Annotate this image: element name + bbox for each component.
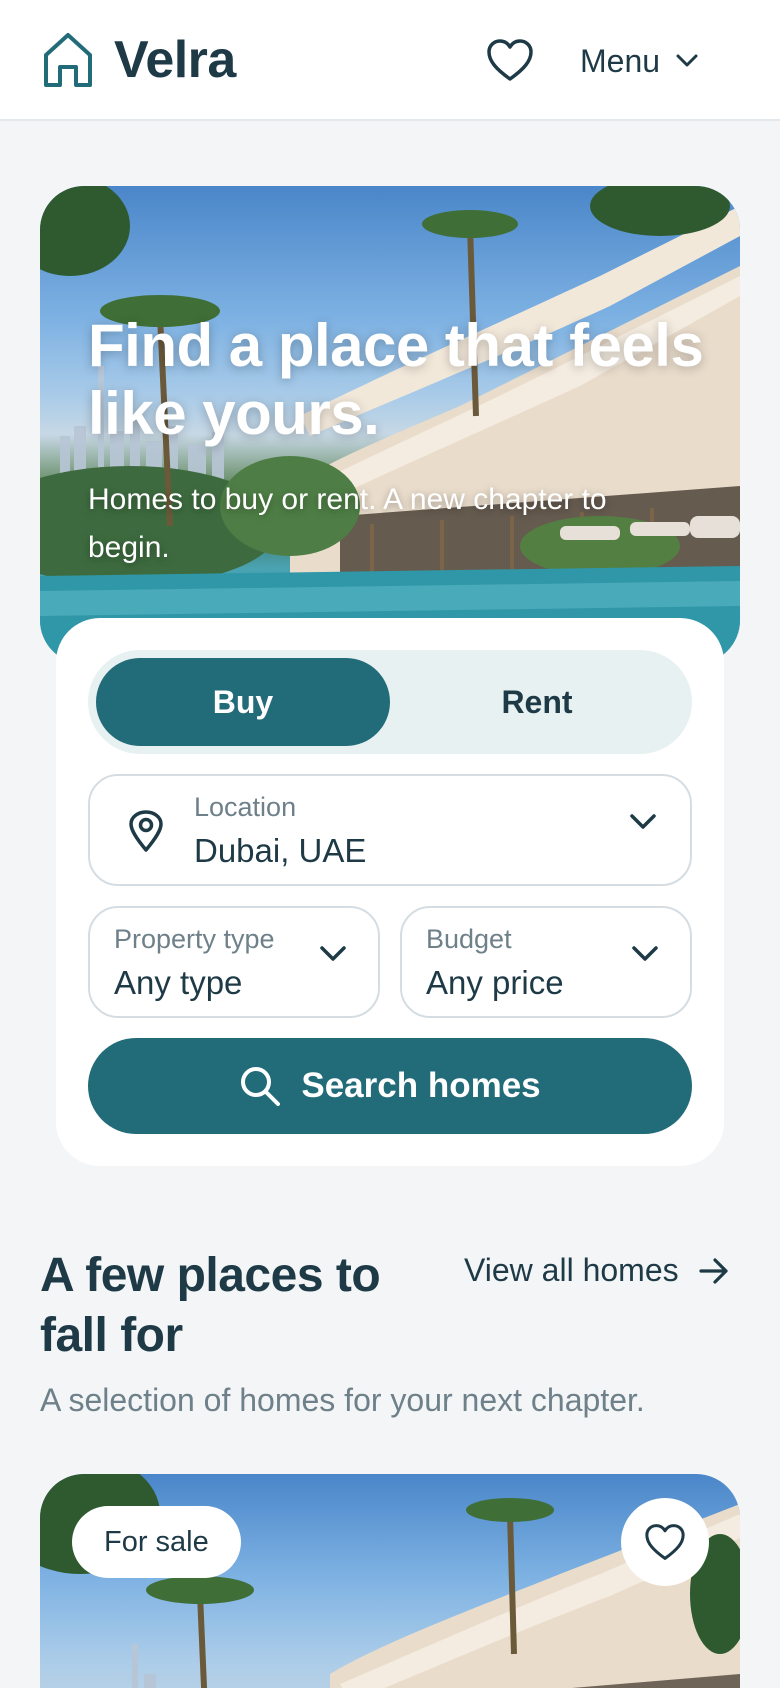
property-type-select[interactable]: Property type Any type (88, 906, 380, 1018)
location-label: Location (194, 792, 297, 822)
location-value: Dubai, UAE (194, 832, 367, 869)
menu-label: Menu (580, 42, 661, 79)
brand-name: Velra (114, 31, 236, 89)
section-title: A few places to fall for (40, 1249, 381, 1362)
budget-label: Budget (426, 924, 512, 954)
search-card: Buy Rent Location Dubai, UAE Property ty… (56, 618, 724, 1166)
search-button-label: Search homes (301, 1066, 541, 1105)
listing-card[interactable]: For sale (40, 1474, 740, 1688)
property-type-label: Property type (114, 924, 275, 954)
hero-title: Find a place that feels like yours. (88, 312, 704, 447)
budget-value: Any price (426, 964, 564, 1001)
property-type-value: Any type (114, 964, 243, 1001)
hero-banner: Find a place that feels like yours. Home… (40, 186, 740, 664)
menu-button[interactable]: Menu (580, 38, 698, 84)
for-sale-badge: For sale (72, 1506, 241, 1578)
section-subtitle: A selection of homes for your next chapt… (40, 1382, 645, 1418)
chevron-down-icon (676, 54, 698, 67)
tab-rent[interactable]: Rent (390, 658, 684, 746)
brand-logo[interactable]: Velra (42, 30, 236, 90)
favorites-button[interactable] (484, 34, 536, 86)
heart-icon (487, 39, 533, 81)
heart-icon (645, 1524, 685, 1560)
buy-rent-toggle: Buy Rent (88, 650, 692, 754)
budget-select[interactable]: Budget Any price (400, 906, 692, 1018)
view-all-homes-link[interactable]: View all homes (464, 1252, 729, 1289)
arrow-right-icon (699, 1257, 728, 1284)
top-header: Velra Menu (0, 0, 780, 121)
chevron-down-icon (632, 946, 658, 961)
chevron-down-icon (630, 814, 656, 829)
tab-buy[interactable]: Buy (96, 658, 390, 746)
chevron-down-icon (320, 946, 346, 961)
search-homes-button[interactable]: Search homes (88, 1038, 692, 1134)
location-pin-icon (129, 810, 163, 852)
search-icon (241, 1067, 281, 1106)
house-icon (44, 33, 92, 87)
hero-subtitle: Homes to buy or rent. A new chapter to b… (88, 483, 607, 564)
listing-favorite-button[interactable] (621, 1498, 709, 1586)
location-select[interactable]: Location Dubai, UAE (88, 774, 692, 886)
view-all-label: View all homes (464, 1252, 679, 1288)
